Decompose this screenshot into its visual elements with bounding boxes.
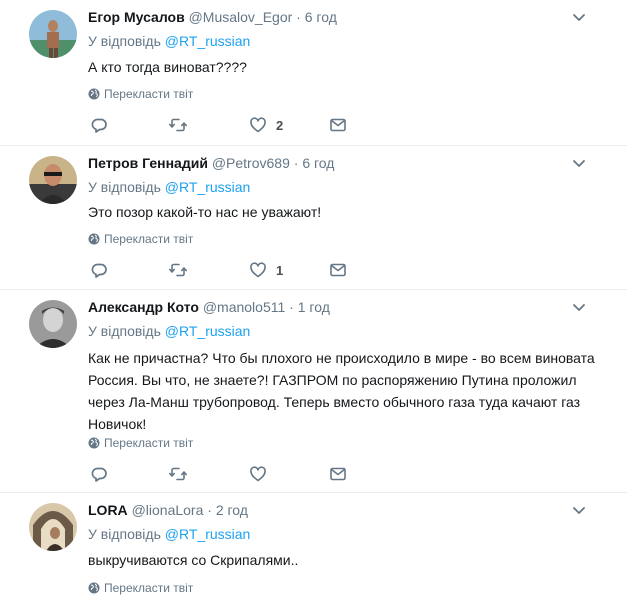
reply-button[interactable] [90, 116, 108, 134]
translate-label: Перекласти твіт [104, 436, 194, 450]
tweet-actions [90, 465, 360, 483]
heart-icon [249, 465, 267, 483]
translate-label: Перекласти твіт [104, 87, 194, 101]
reply-mention-link[interactable]: @RT_russian [165, 179, 251, 195]
reply-button[interactable] [90, 465, 108, 483]
reply-prefix: У відповідь [88, 323, 161, 339]
tweet-text: Это позор какой-то нас не уважают! [88, 204, 322, 220]
tweet-1[interactable]: Егор Мусалов @Musalov_Egor · 6 год У від… [0, 0, 627, 146]
direct-message-button[interactable] [329, 261, 347, 279]
author-name[interactable]: LORA [88, 502, 128, 518]
globe-icon [88, 88, 100, 100]
author-handle[interactable]: @lionaLora [132, 502, 204, 518]
avatar-4[interactable] [29, 503, 77, 551]
tweet-header: Александр Кото @manolo511 · 1 год [88, 299, 330, 315]
like-button[interactable]: 2 [249, 116, 283, 134]
reply-prefix: У відповідь [88, 33, 161, 49]
like-button[interactable] [249, 465, 276, 483]
reply-context: У відповідь @RT_russian [88, 526, 250, 542]
replies-feed: Егор Мусалов @Musalov_Egor · 6 год У від… [0, 0, 627, 609]
author-handle[interactable]: @Petrov689 [212, 155, 290, 171]
retweet-button[interactable] [169, 465, 187, 483]
chevron-down-icon[interactable] [572, 159, 586, 169]
reply-icon [90, 465, 108, 483]
retweet-icon [169, 261, 187, 279]
globe-icon [88, 437, 100, 449]
timestamp[interactable]: 2 год [216, 502, 248, 518]
separator-dot: · [293, 155, 299, 171]
direct-message-button[interactable] [329, 465, 347, 483]
tweet-text: Как не причастна? Что бы плохого не прои… [88, 350, 595, 432]
translate-tweet-link[interactable]: Перекласти твіт [88, 87, 193, 101]
tweet-actions: 2 [90, 116, 360, 134]
reply-mention-link[interactable]: @RT_russian [165, 323, 251, 339]
like-count: 1 [276, 262, 284, 278]
globe-icon [88, 233, 100, 245]
separator-dot: · [296, 9, 301, 25]
envelope-icon [329, 465, 347, 483]
author-handle[interactable]: @Musalov_Egor [189, 9, 293, 25]
avatar-1[interactable] [29, 10, 77, 58]
tweet-actions: 1 [90, 261, 360, 279]
tweet-text: А кто тогда виноват???? [88, 59, 247, 75]
avatar-2[interactable] [29, 156, 77, 204]
translate-tweet-link[interactable]: Перекласти твіт [88, 232, 193, 246]
heart-icon [249, 116, 267, 134]
reply-mention-link[interactable]: @RT_russian [165, 33, 251, 49]
timestamp[interactable]: 6 год [305, 9, 337, 25]
direct-message-button[interactable] [329, 116, 347, 134]
avatar-person-sunglasses-icon [29, 156, 77, 204]
retweet-button[interactable] [169, 116, 187, 134]
separator-dot: · [207, 502, 212, 518]
separator-dot: · [289, 299, 294, 315]
timestamp[interactable]: 6 год [302, 155, 334, 171]
translate-tweet-link[interactable]: Перекласти твіт [88, 581, 193, 595]
avatar-person-arch-icon [29, 503, 77, 551]
tweet-header: Егор Мусалов @Musalov_Egor · 6 год [88, 9, 337, 25]
timestamp[interactable]: 1 год [298, 299, 330, 315]
reply-prefix: У відповідь [88, 179, 161, 195]
tweet-2[interactable]: Петров Геннадий @Petrov689 · 6 год У від… [0, 146, 627, 290]
tweet-4[interactable]: LORA @lionaLora · 2 год У відповідь @RT_… [0, 493, 627, 609]
chevron-down-icon[interactable] [572, 13, 586, 23]
like-button[interactable]: 1 [249, 261, 283, 279]
author-handle[interactable]: @manolo511 [203, 299, 285, 315]
tweet-header: LORA @lionaLora · 2 год [88, 502, 248, 518]
reply-context: У відповідь @RT_russian [88, 33, 250, 49]
envelope-icon [329, 116, 347, 134]
reply-context: У відповідь @RT_russian [88, 179, 250, 195]
tweet-3[interactable]: Александр Кото @manolo511 · 1 год У відп… [0, 290, 627, 493]
reply-icon [90, 116, 108, 134]
reply-mention-link[interactable]: @RT_russian [165, 526, 251, 542]
author-name[interactable]: Александр Кото [88, 299, 199, 315]
tweet-text: выкручиваются со Скрипалями.. [88, 552, 299, 568]
reply-icon [90, 261, 108, 279]
reply-button[interactable] [90, 261, 108, 279]
envelope-icon [329, 261, 347, 279]
avatar-person-beach-icon [29, 10, 77, 58]
chevron-down-icon[interactable] [572, 303, 586, 313]
globe-icon [88, 582, 100, 594]
heart-icon [249, 261, 267, 279]
like-count: 2 [276, 117, 284, 133]
translate-label: Перекласти твіт [104, 581, 194, 595]
translate-label: Перекласти твіт [104, 232, 194, 246]
chevron-down-icon[interactable] [572, 506, 586, 516]
translate-tweet-link[interactable]: Перекласти твіт [88, 436, 193, 450]
avatar-person-bw-portrait-icon [29, 300, 77, 348]
reply-prefix: У відповідь [88, 526, 161, 542]
tweet-header: Петров Геннадий @Petrov689 · 6 год [88, 155, 334, 171]
author-name[interactable]: Егор Мусалов [88, 9, 185, 25]
avatar-3[interactable] [29, 300, 77, 348]
retweet-icon [169, 116, 187, 134]
author-name[interactable]: Петров Геннадий [88, 155, 208, 171]
retweet-icon [169, 465, 187, 483]
reply-context: У відповідь @RT_russian [88, 323, 250, 339]
retweet-button[interactable] [169, 261, 187, 279]
